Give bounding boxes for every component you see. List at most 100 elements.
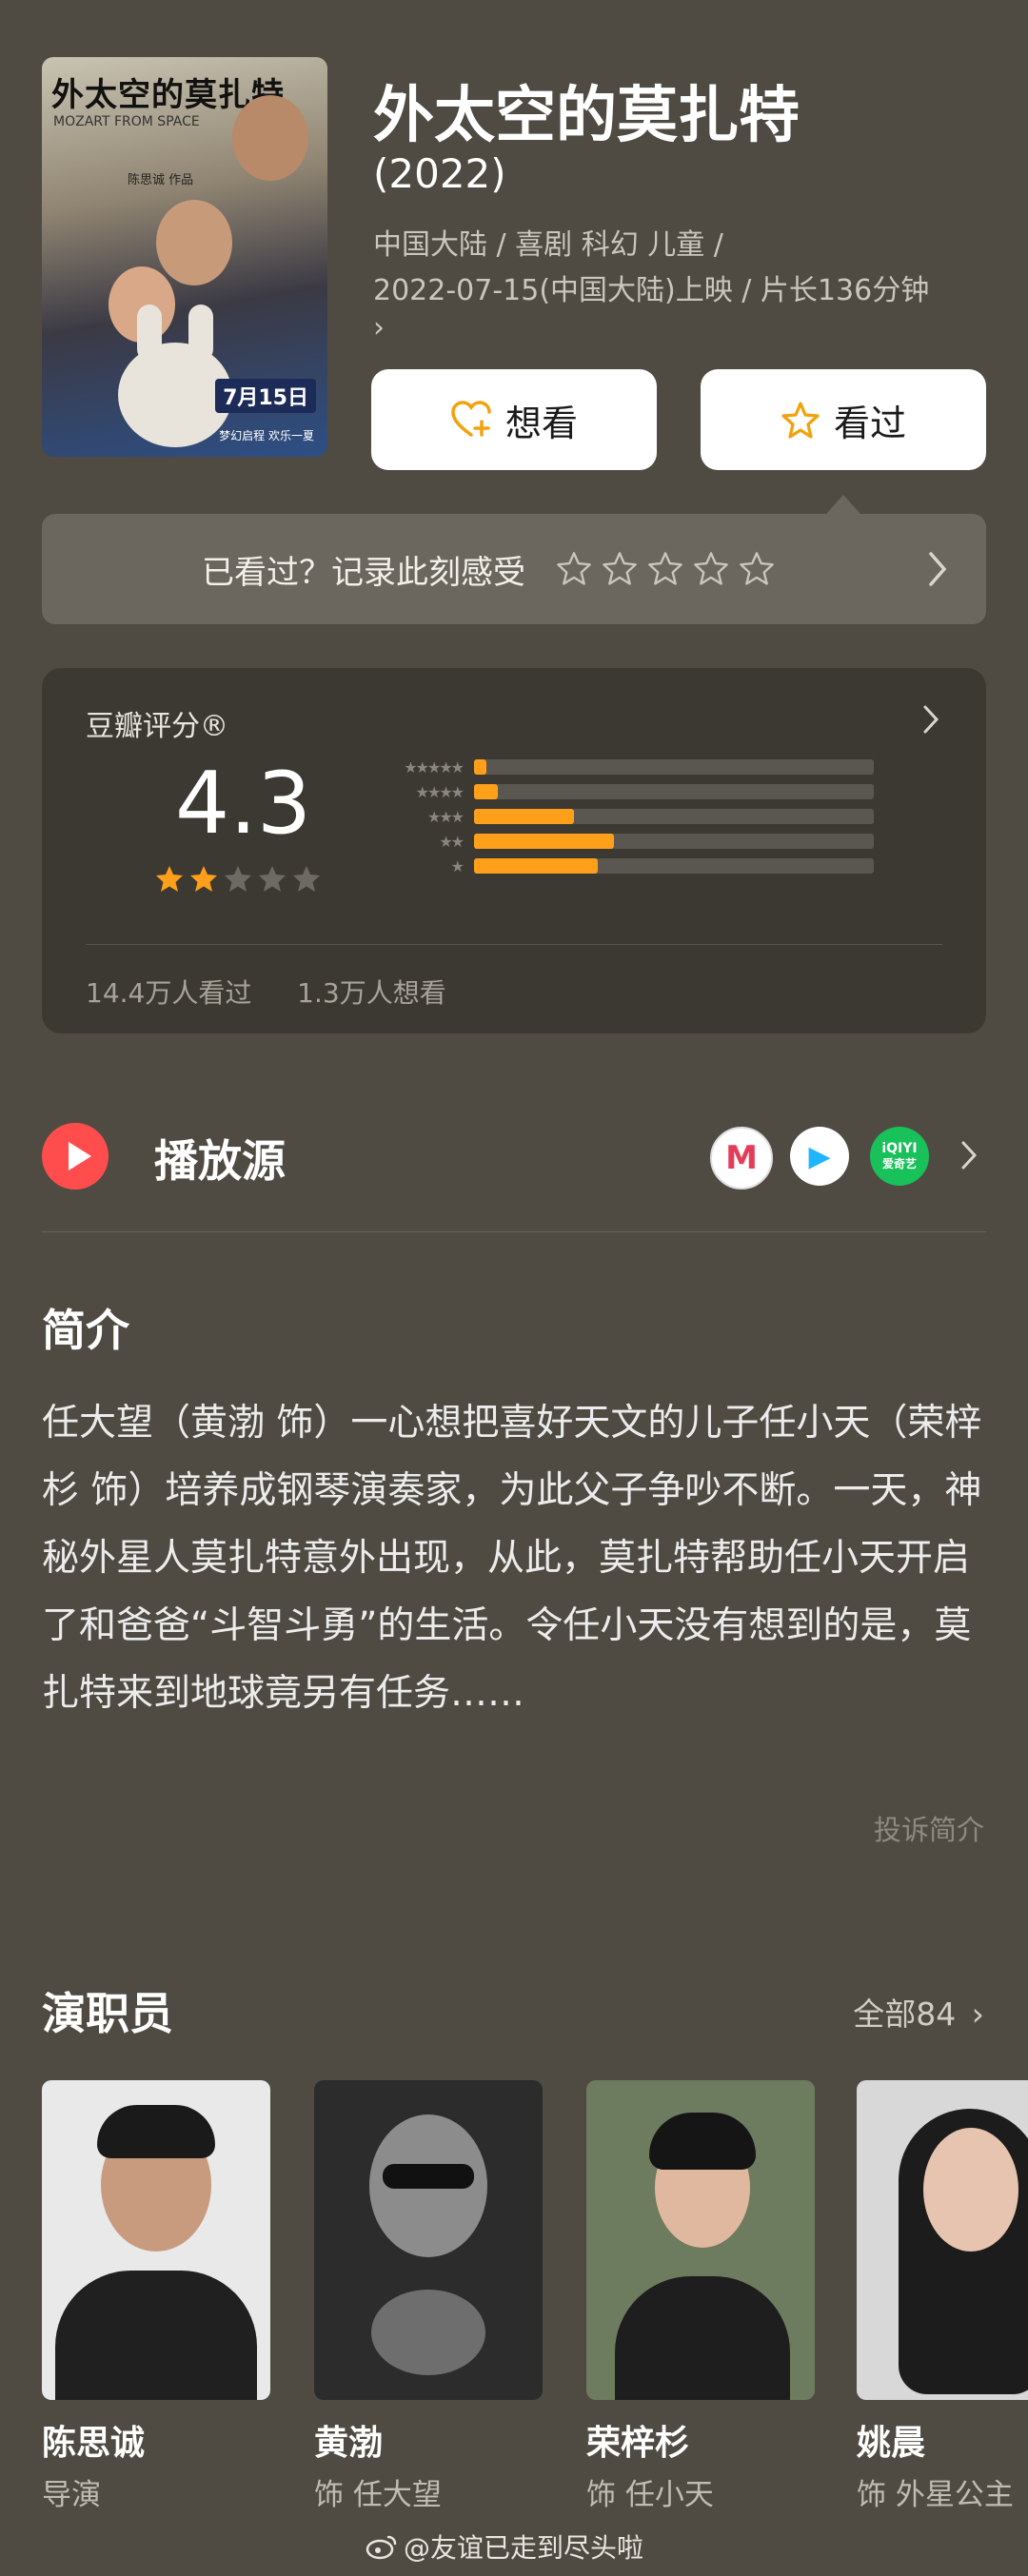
poster-figure (232, 95, 308, 181)
photo-hair (97, 2105, 215, 2158)
bubble-pointer (826, 495, 860, 514)
cast-photo (42, 2080, 270, 2400)
star-outline-icon[interactable] (602, 551, 638, 587)
cast-heading: 演职员 (42, 1988, 173, 2039)
rating-bar-track (474, 834, 874, 849)
seen-label: 看过 (833, 402, 906, 444)
rating-bar-track (474, 759, 874, 775)
cast-photo (314, 2080, 543, 2400)
tencent-video-icon[interactable]: ▶ (790, 1127, 849, 1186)
rating-bar-stars: ★★★ (426, 807, 465, 826)
rating-counts: 14.4万人看过 1.3万人想看 (86, 973, 446, 1011)
play-icon[interactable] (42, 1123, 109, 1190)
rating-bar-row: ★★★ (358, 807, 874, 826)
star-filled-icon (190, 866, 217, 892)
poster-figure (156, 200, 232, 285)
record-star-rating[interactable] (556, 551, 775, 587)
photo-sunglasses (383, 2164, 474, 2189)
report-intro-link[interactable]: 投诉简介 (874, 1808, 984, 1848)
chevron-right-icon[interactable] (925, 550, 950, 588)
rating-bar-stars: ★ (450, 856, 465, 875)
cast-member[interactable]: 姚晨 饰 外星公主 (857, 2080, 1028, 2513)
cast-name: 荣梓杉 (586, 2424, 690, 2463)
chevron-right-icon: › (971, 1996, 984, 2033)
weibo-icon (366, 2535, 397, 2560)
rating-bar-fill (474, 759, 486, 775)
cast-member[interactable]: 黄渤 饰 任大望 (314, 2080, 543, 2513)
rating-bar-track (474, 858, 874, 874)
rating-bar-row: ★★ (358, 832, 874, 851)
rating-bar-track (474, 784, 874, 799)
cast-all-link[interactable]: 全部84 › (853, 1989, 984, 2035)
wanted-count[interactable]: 1.3万人想看 (297, 977, 446, 1009)
cast-role: 饰 任小天 (586, 2478, 714, 2512)
star-outline-icon[interactable] (739, 551, 775, 587)
photo-body (615, 2276, 790, 2400)
movie-poster[interactable]: 外太空的莫扎特 MOZART FROM SPACE 陈思诚 作品 7月15日 梦… (42, 57, 327, 457)
star-outline-icon[interactable] (647, 551, 683, 587)
star-filled-icon (156, 866, 183, 892)
cast-role: 导演 (42, 2478, 101, 2512)
star-outline-icon (781, 402, 820, 439)
rating-bar-fill (474, 784, 499, 799)
intro-text: 任大望（黄渤 饰）一心想把喜好天文的儿子任小天（荣梓杉 饰）培养成钢琴演奏家，为… (42, 1402, 982, 1715)
meta-more-chevron-icon[interactable]: › (373, 314, 992, 343)
cast-member[interactable]: 荣梓杉 饰 任小天 (586, 2080, 815, 2513)
rating-bar-stars: ★★★★★ (404, 757, 465, 777)
cast-role: 饰 外星公主 (857, 2478, 1014, 2512)
chevron-right-icon[interactable] (959, 1140, 979, 1170)
cast-name: 姚晨 (857, 2424, 926, 2463)
poster-subtitle: MOZART FROM SPACE (53, 114, 200, 129)
mango-tv-icon[interactable]: M (710, 1127, 773, 1190)
star-empty-icon (225, 866, 251, 892)
poster-director: 陈思诚 作品 (128, 173, 194, 187)
movie-year: (2022) (373, 150, 506, 197)
poster-date: 7月15日 (215, 379, 316, 413)
cast-member[interactable]: 陈思诚 导演 (42, 2080, 270, 2513)
poster-tagline: 梦幻启程 欢乐一夏 (219, 429, 314, 442)
rating-bar-track (474, 809, 874, 824)
record-feeling-text: 已看过？记录此刻感受 (202, 553, 525, 592)
rating-bar-stars: ★★★★ (415, 782, 465, 801)
watermark-text: @友谊已走到尽头啦 (404, 2532, 644, 2564)
rating-bar-row: ★★★★★ (358, 757, 874, 777)
star-outline-icon[interactable] (693, 551, 729, 587)
rating-bar-row: ★★★★ (358, 782, 874, 801)
weibo-watermark: @友谊已走到尽头啦 (366, 2527, 643, 2566)
iqiyi-icon[interactable]: iQIYI 爱奇艺 (870, 1127, 929, 1186)
play-source-label[interactable]: 播放源 (154, 1127, 286, 1190)
rating-bar-fill (474, 809, 574, 824)
watched-count[interactable]: 14.4万人看过 (86, 977, 251, 1009)
want-label: 想看 (504, 402, 578, 444)
rating-bar-stars: ★★ (439, 832, 465, 851)
cast-role: 饰 任大望 (314, 2478, 442, 2512)
chevron-right-icon[interactable] (921, 704, 940, 735)
tencent-video-glyph: ▶ (808, 1139, 831, 1173)
iqiyi-sub: 爱奇艺 (881, 1157, 917, 1170)
divider (42, 1231, 986, 1232)
cast-photo (857, 2080, 1028, 2400)
mango-tv-glyph: M (725, 1139, 758, 1177)
douban-rating-card[interactable]: 豆瓣评分® 4.3 ★★★★★ ★★★★ ★★★ ★★ ★ 14.4万人看过 1.3万人… (42, 668, 986, 1033)
rating-bar-row: ★ (358, 856, 874, 875)
seen-button[interactable]: 看过 (701, 369, 986, 470)
photo-face (923, 2128, 1018, 2252)
record-feeling-bar[interactable]: 已看过？记录此刻感受 (42, 514, 986, 624)
photo-hair (649, 2113, 756, 2170)
rating-bar-fill (474, 834, 614, 849)
intro-heading: 简介 (42, 1305, 129, 1356)
cast-all-label: 全部84 (853, 1996, 957, 2033)
rating-bar-fill (474, 858, 599, 874)
movie-meta[interactable]: 中国大陆 / 喜剧 科幻 儿童 / 2022-07-15(中国大陆)上映 / 片… (373, 223, 992, 343)
want-to-watch-button[interactable]: 想看 (371, 369, 657, 470)
cast-name: 陈思诚 (42, 2424, 146, 2463)
star-outline-icon[interactable] (556, 551, 592, 587)
meta-line-release: 2022-07-15(中国大陆)上映 / 片长136分钟 (373, 274, 930, 307)
heart-plus-icon (451, 401, 491, 437)
rating-stars (154, 864, 322, 895)
iqiyi-glyph: iQIYI (881, 1141, 918, 1156)
rating-score: 4.3 (175, 754, 312, 854)
movie-title: 外太空的莫扎特 (373, 81, 800, 151)
star-empty-icon (293, 866, 320, 892)
divider (86, 944, 942, 945)
